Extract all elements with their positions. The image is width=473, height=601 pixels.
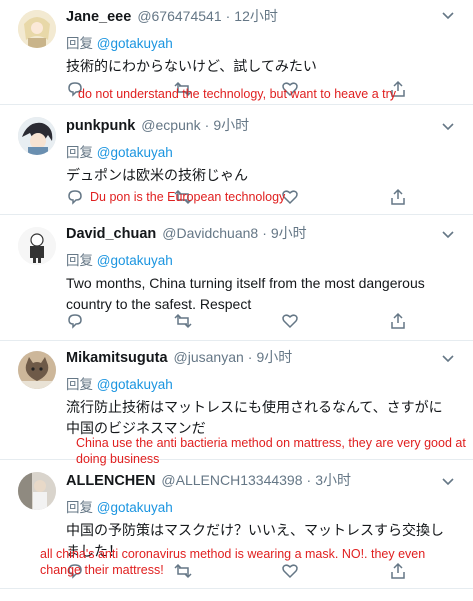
anime-character-avatar-icon [18, 117, 56, 155]
avatar[interactable] [18, 351, 56, 389]
avatar[interactable] [18, 10, 56, 48]
reply-mention[interactable]: @gotakuyah [97, 377, 173, 392]
reply-context: 回复 @gotakuyah [66, 373, 455, 393]
reply-mention[interactable]: @gotakuyah [97, 36, 173, 51]
person-avatar-icon [18, 472, 56, 510]
avatar[interactable] [18, 117, 56, 155]
tweet-text: デュポンは欧米の技術じゃん [66, 167, 248, 183]
tweet-text: 流行防止技術はマットレスにも使用されるなんて、さすがに中国のビジネスマンだ [66, 399, 443, 436]
timestamp[interactable]: 9小时 [256, 347, 292, 367]
author-handle[interactable]: @Davidchuan8 [162, 225, 258, 241]
author-handle[interactable]: @jusanyan [174, 349, 244, 365]
translation-annotation: all china's anti coronavirus method is w… [40, 547, 426, 577]
cat-avatar-icon [18, 351, 56, 389]
tweet[interactable]: Mikamitsuguta @jusanyan · 9小时 回复 @gotaku… [0, 341, 473, 466]
reply-mention[interactable]: @gotakuyah [97, 145, 173, 160]
tweet[interactable]: David_chuan @Davidchuan8 · 9小时 回复 @gotak… [0, 215, 473, 341]
avatar[interactable] [18, 472, 56, 510]
tweet-text: 技術的にわからないけど、試してみたい [66, 58, 317, 74]
reply-context: 回复 @gotakuyah [66, 141, 455, 161]
author-name[interactable]: Mikamitsuguta [66, 350, 168, 366]
timestamp[interactable]: 12小时 [234, 6, 278, 26]
separator-dot: · [225, 8, 231, 24]
author-name[interactable]: Jane_eee [66, 9, 131, 25]
reply-prefix: 回复 [66, 36, 93, 51]
reply-prefix: 回复 [66, 500, 93, 515]
avatar[interactable] [18, 227, 56, 265]
tweet[interactable]: ALLENCHEN @ALLENCH13344398 · 3小时 回复 @got… [0, 460, 473, 589]
chevron-down-icon[interactable] [441, 119, 455, 133]
chevron-down-icon[interactable] [441, 8, 455, 22]
tweet[interactable]: punkpunk @ecpunk · 9小时 回复 @gotakuyah デュポ… [0, 105, 473, 215]
chevron-down-icon[interactable] [441, 227, 455, 241]
author-handle[interactable]: @676474541 [137, 8, 221, 24]
reply-mention[interactable]: @gotakuyah [97, 500, 173, 515]
reply-icon[interactable] [66, 188, 84, 206]
retweet-icon[interactable] [174, 312, 192, 330]
separator-dot: · [204, 117, 210, 133]
reply-prefix: 回复 [66, 145, 93, 160]
reply-mention[interactable]: @gotakuyah [97, 253, 173, 268]
chevron-down-icon[interactable] [441, 474, 455, 488]
reply-icon[interactable] [66, 312, 84, 330]
timestamp[interactable]: 3小时 [315, 470, 351, 490]
share-icon[interactable] [389, 188, 407, 206]
author-name[interactable]: David_chuan [66, 226, 156, 242]
reply-context: 回复 @gotakuyah [66, 249, 455, 269]
cartoon-figure-avatar-icon [18, 227, 56, 265]
translation-annotation: do not understand the technology, but wa… [78, 87, 397, 101]
author-handle[interactable]: @ecpunk [141, 117, 200, 133]
reply-prefix: 回复 [66, 377, 93, 392]
separator-dot: · [247, 349, 253, 365]
reply-context: 回复 @gotakuyah [66, 496, 455, 516]
chevron-down-icon[interactable] [441, 351, 455, 365]
separator-dot: · [262, 225, 267, 241]
author-handle[interactable]: @ALLENCH13344398 [161, 472, 302, 488]
translation-annotation: Du pon is the European technology [90, 190, 286, 204]
timestamp[interactable]: 9小时 [271, 223, 307, 243]
author-name[interactable]: ALLENCHEN [66, 473, 155, 489]
tweet-text: Two months, China turning itself from th… [66, 275, 425, 312]
reply-context: 回复 @gotakuyah [66, 32, 455, 52]
share-icon[interactable] [389, 312, 407, 330]
timestamp[interactable]: 9小时 [213, 115, 249, 135]
separator-dot: · [306, 472, 312, 488]
tweet[interactable]: Jane_eee @676474541 · 12小时 回复 @gotakuyah… [0, 0, 473, 105]
anime-character-avatar-icon [18, 10, 56, 48]
author-name[interactable]: punkpunk [66, 118, 135, 134]
like-icon[interactable] [281, 312, 299, 330]
reply-prefix: 回复 [66, 253, 93, 268]
